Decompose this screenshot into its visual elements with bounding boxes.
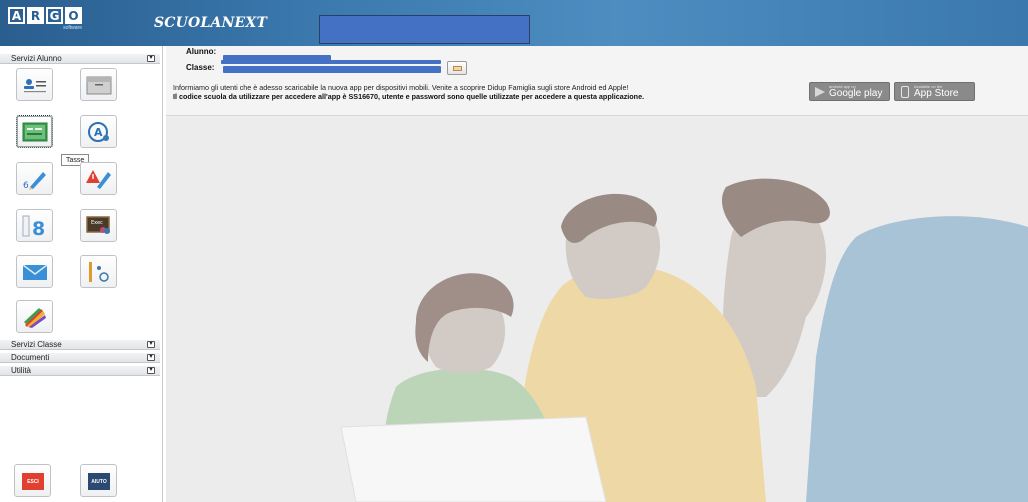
classe-label: Classe:: [186, 63, 215, 72]
class-picker-button[interactable]: [447, 61, 467, 75]
tasse-icon: [22, 122, 48, 142]
redacted-classe-value: [223, 66, 441, 73]
collapse-toggle-icon[interactable]: ▾: [147, 367, 155, 374]
main-content: Alunno: Classe: Informiamo gli utenti ch…: [166, 46, 1028, 502]
app-store-badge[interactable]: Available on the App Store: [894, 82, 975, 101]
alunno-label: Alunno:: [186, 47, 217, 56]
mail-envelope-icon: [22, 264, 48, 280]
app-window: A R G O software SCUOLANEXT Servizi Alun…: [0, 0, 1028, 502]
logo-subtitle: software: [63, 25, 82, 31]
student-profile-icon: [24, 79, 46, 93]
exit-button[interactable]: ESCI: [14, 464, 51, 497]
collapse-toggle-icon[interactable]: ▾: [147, 55, 155, 62]
badge-big-text: Google play: [829, 88, 883, 99]
section-servizi-classe[interactable]: Servizi Classe ▾: [0, 340, 160, 350]
logo-letter: A: [8, 7, 25, 24]
school-code-message: Il codice scuola da utilizzare per acced…: [173, 92, 645, 101]
tile-note[interactable]: [80, 162, 117, 195]
tile-anagrafe[interactable]: [16, 68, 53, 101]
tile-documenti-web[interactable]: [80, 255, 117, 288]
student-account-icon: A: [88, 122, 109, 142]
tile-tasse[interactable]: [16, 115, 53, 148]
svg-text:8: 8: [32, 218, 45, 238]
svg-text:Exec: Exec: [91, 220, 103, 226]
section-label: Servizi Classe: [11, 340, 62, 349]
help-button[interactable]: AIUTO: [80, 464, 117, 497]
lesson-board-icon: Exec: [86, 216, 110, 234]
help-label: AIUTO: [88, 473, 110, 490]
exit-label: ESCI: [22, 473, 44, 490]
section-servizi-alunno[interactable]: Servizi Alunno ▾: [0, 54, 160, 64]
svg-text:6: 6: [23, 181, 29, 191]
student-panel: Alunno: Classe: Informiamo gli utenti ch…: [166, 46, 1028, 116]
document-globe-icon: [89, 262, 109, 282]
svg-text:A: A: [94, 126, 103, 139]
collapse-toggle-icon[interactable]: ▾: [147, 341, 155, 348]
grade-pencil-icon: 6: [23, 172, 46, 191]
tile-credenziali[interactable]: A: [80, 115, 117, 148]
registro-icon: 8: [22, 215, 45, 238]
argo-logo: A R G O software: [8, 7, 88, 39]
tile-messaggi[interactable]: [16, 255, 53, 288]
folder-cabinet-icon: [86, 76, 112, 95]
sidebar: Servizi Alunno ▾ A Tasse 6 8 Exec Serviz…: [0, 46, 163, 502]
tile-pagella[interactable]: [16, 300, 53, 333]
section-label: Servizi Alunno: [11, 54, 62, 63]
redacted-block: [319, 15, 530, 44]
logo-letter: R: [27, 7, 44, 24]
section-documenti[interactable]: Documenti ▾: [0, 353, 160, 363]
note-alert-icon: [86, 170, 111, 189]
header-bar: A R G O software SCUOLANEXT: [0, 0, 1028, 46]
logo-letter: O: [65, 7, 82, 24]
tile-curriculum[interactable]: [80, 68, 117, 101]
background-illustration: [166, 117, 1028, 502]
phone-icon: [901, 86, 909, 98]
redacted-classe-value: [221, 60, 441, 64]
tile-voti[interactable]: 6: [16, 162, 53, 195]
badge-big-text: App Store: [914, 88, 959, 99]
logo-letter: G: [46, 7, 63, 24]
section-label: Documenti: [11, 353, 50, 362]
section-utilita[interactable]: Utilità ▾: [0, 366, 160, 376]
play-store-icon: [815, 87, 825, 97]
color-pencils-icon: [24, 308, 46, 328]
app-title: SCUOLANEXT: [154, 15, 268, 31]
folder-icon: [453, 66, 462, 71]
info-message: Informiamo gli utenti che è adesso scari…: [173, 83, 629, 92]
google-play-badge[interactable]: android app on Google play: [809, 82, 890, 101]
section-label: Utilità: [11, 366, 32, 375]
tile-registro[interactable]: 8: [16, 209, 53, 242]
collapse-toggle-icon[interactable]: ▾: [147, 354, 155, 361]
tile-lezioni[interactable]: Exec: [80, 209, 117, 242]
